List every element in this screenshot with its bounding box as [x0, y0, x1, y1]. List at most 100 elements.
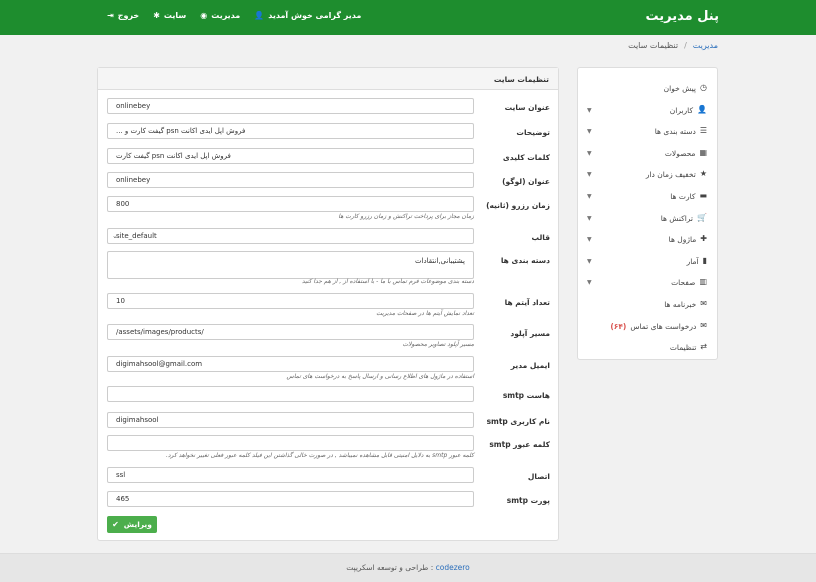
items-count-input[interactable]: 10: [107, 293, 474, 309]
chevron-down-icon: ▼: [587, 106, 592, 114]
card-icon: ▬: [699, 191, 707, 200]
plus-icon: ✚: [700, 234, 707, 243]
sidebar-item-discounts[interactable]: ★ تخفیف زمان دار ▼: [578, 167, 719, 181]
chevron-down-icon: ▼: [587, 214, 592, 222]
admin-email-input[interactable]: digimahsool@gmail.com: [107, 356, 474, 372]
chevron-down-icon: ▼: [587, 235, 592, 243]
envelope-icon: ✉: [700, 321, 707, 330]
admin-link[interactable]: ◉ مدیریت: [200, 11, 240, 20]
reserve-time-help: زمان مجاز برای پرداخت تراکنش و زمان رزرو…: [338, 213, 474, 220]
site-title-input[interactable]: onlinebey: [107, 98, 474, 114]
welcome-link[interactable]: 👤 مدیر گرامی خوش آمدید: [254, 11, 361, 20]
sidebar-item-label: آمار: [686, 256, 699, 266]
sidebar-item-modules[interactable]: ✚ ماژول ها ▼: [578, 232, 719, 246]
user-icon: 👤: [254, 10, 265, 20]
settings-panel: تنظیمات سایت عنوان سایت onlinebey توضیحا…: [97, 67, 559, 541]
sidebar-item-users[interactable]: 👤 کاربران ▼: [578, 103, 719, 117]
brand-title[interactable]: پنل مدیریت: [646, 9, 720, 24]
sidebar-item-settings[interactable]: ⇄ تنظیمات: [578, 340, 719, 354]
star-icon: ★: [699, 169, 707, 178]
logo-title-label: عنوان (لوگو): [502, 177, 550, 186]
smtp-port-input[interactable]: 465: [107, 491, 474, 507]
reserve-time-label: زمان رزرو (ثانیه): [486, 201, 550, 210]
reserve-time-input[interactable]: 800: [107, 196, 474, 212]
sidebar-item-dashboard[interactable]: ◷ پیش خوان: [578, 81, 719, 95]
sidebar-item-transactions[interactable]: 🛒 تراکنش ها ▼: [578, 211, 719, 225]
sidebar-item-label: ماژول ها: [668, 234, 697, 244]
sidebar-item-label: پیش خوان: [663, 83, 697, 93]
sidebar: ◷ پیش خوان 👤 کاربران ▼ ☰ دسته بندی ها ▼ ▦ مح…: [577, 67, 718, 360]
template-selected-value: site_default: [116, 232, 157, 240]
items-count-help: تعداد نمایش آیتم ها در صفحات مدیریت: [376, 310, 474, 317]
smtp-pass-input[interactable]: [107, 435, 474, 451]
pages-icon: ▥: [699, 277, 707, 286]
site-link[interactable]: ✱ سایت: [153, 11, 186, 20]
footer-credit: طراحی و توسعه اسکریپت : codezero: [0, 563, 816, 572]
dashboard-icon: ◉: [200, 10, 208, 20]
items-count-label: تعداد آیتم ها: [504, 298, 550, 307]
submit-button[interactable]: ✔ ویرایش: [107, 516, 157, 533]
breadcrumb-home[interactable]: مدیریت: [693, 41, 718, 50]
sidebar-item-products[interactable]: ▦ محصولات ▼: [578, 146, 719, 160]
breadcrumb: مدیریت / تنظیمات سایت: [628, 41, 718, 50]
admin-label: مدیریت: [211, 11, 241, 20]
panel-header: تنظیمات سایت: [98, 68, 558, 90]
sidebar-item-categories[interactable]: ☰ دسته بندی ها ▼: [578, 124, 719, 138]
chevron-down-icon: ⌄: [112, 232, 118, 240]
breadcrumb-separator: /: [684, 41, 687, 50]
sidebar-item-label: درخواست های تماس: [630, 321, 697, 331]
sidebar-item-stats[interactable]: ▮ آمار ▼: [578, 254, 719, 268]
connection-input[interactable]: ssl: [107, 467, 474, 483]
sidebar-item-pages[interactable]: ▥ صفحات ▼: [578, 275, 719, 289]
categories-textarea[interactable]: پشتیبانی,انتقادات: [107, 251, 474, 279]
keywords-label: کلمات کلیدی: [502, 153, 550, 162]
smtp-host-input[interactable]: [107, 386, 474, 402]
sidebar-item-label: کاربران: [669, 105, 694, 115]
keywords-input[interactable]: فروش اپل ایدی اکانت psn گیفت کارت: [107, 148, 474, 164]
upload-path-label: مسیر آپلود: [510, 329, 550, 338]
sidebar-item-label: محصولات: [664, 148, 696, 158]
sidebar-item-cards[interactable]: ▬ کارت ها ▼: [578, 189, 719, 203]
top-nav: ⇥ خروج ✱ سایت ◉ مدیریت 👤 مدیر گرامی خوش …: [107, 11, 361, 20]
chevron-down-icon: ▼: [587, 278, 592, 286]
list-icon: ☰: [699, 126, 707, 135]
user-icon: 👤: [697, 105, 707, 114]
welcome-label: مدیر گرامی خوش آمدید: [268, 11, 362, 20]
footer-text: طراحی و توسعه اسکریپت :: [346, 563, 434, 572]
sidebar-item-label: کارت ها: [670, 191, 696, 201]
chevron-down-icon: ▼: [587, 192, 592, 200]
template-label: قالب: [531, 233, 550, 242]
upload-path-input[interactable]: /assets/images/products/: [107, 324, 474, 340]
sidebar-item-contact-requests[interactable]: ✉ درخواست های تماس (۶۴): [578, 319, 719, 333]
sidebar-item-newsletters[interactable]: ✉ خبرنامه ها: [578, 297, 719, 311]
dashboard-icon: ◷: [700, 83, 707, 92]
mail-icon: ✉: [700, 299, 707, 308]
chart-icon: ▮: [702, 256, 707, 265]
footer-link[interactable]: codezero: [436, 563, 470, 572]
description-label: توضیحات: [516, 128, 550, 137]
smtp-user-input[interactable]: digimahsool: [107, 412, 474, 428]
logo-title-input[interactable]: onlinebey: [107, 172, 474, 188]
template-select[interactable]: ⌄ site_default: [107, 228, 474, 244]
upload-path-help: مسیر آپلود تصاویر محصولات: [402, 341, 474, 348]
top-navbar: پنل مدیریت ⇥ خروج ✱ سایت ◉ مدیریت 👤 مدیر…: [0, 0, 816, 35]
smtp-port-label: پورت smtp: [506, 496, 550, 505]
asterisk-icon: ✱: [153, 10, 160, 20]
sidebar-item-label: تخفیف زمان دار: [645, 169, 696, 179]
panel-title: تنظیمات سایت: [493, 75, 549, 84]
smtp-user-label: نام کاربری smtp: [486, 417, 550, 426]
description-input[interactable]: فروش اپل ایدی اکانت psn گیفت کارت و ...: [107, 123, 474, 139]
admin-email-label: ایمیل مدیر: [510, 361, 550, 370]
footer: طراحی و توسعه اسکریپت : codezero: [0, 553, 816, 582]
logout-label: خروج: [117, 11, 140, 20]
chevron-down-icon: ▼: [587, 257, 592, 265]
chevron-down-icon: ▼: [587, 149, 592, 157]
chevron-down-icon: ▼: [587, 170, 592, 178]
categories-label: دسته بندی ها: [500, 256, 550, 265]
sidebar-item-label: صفحات: [671, 277, 696, 287]
smtp-pass-help: کلمه عبور smtp به دلایل امنیتی قابل مشاه…: [165, 452, 474, 459]
admin-email-help: استفاده در ماژول های اطلاع رسانی و ارسال…: [286, 373, 474, 380]
settings-icon: ⇄: [700, 342, 707, 351]
logout-link[interactable]: ⇥ خروج: [107, 11, 139, 20]
cart-icon: 🛒: [697, 213, 707, 222]
